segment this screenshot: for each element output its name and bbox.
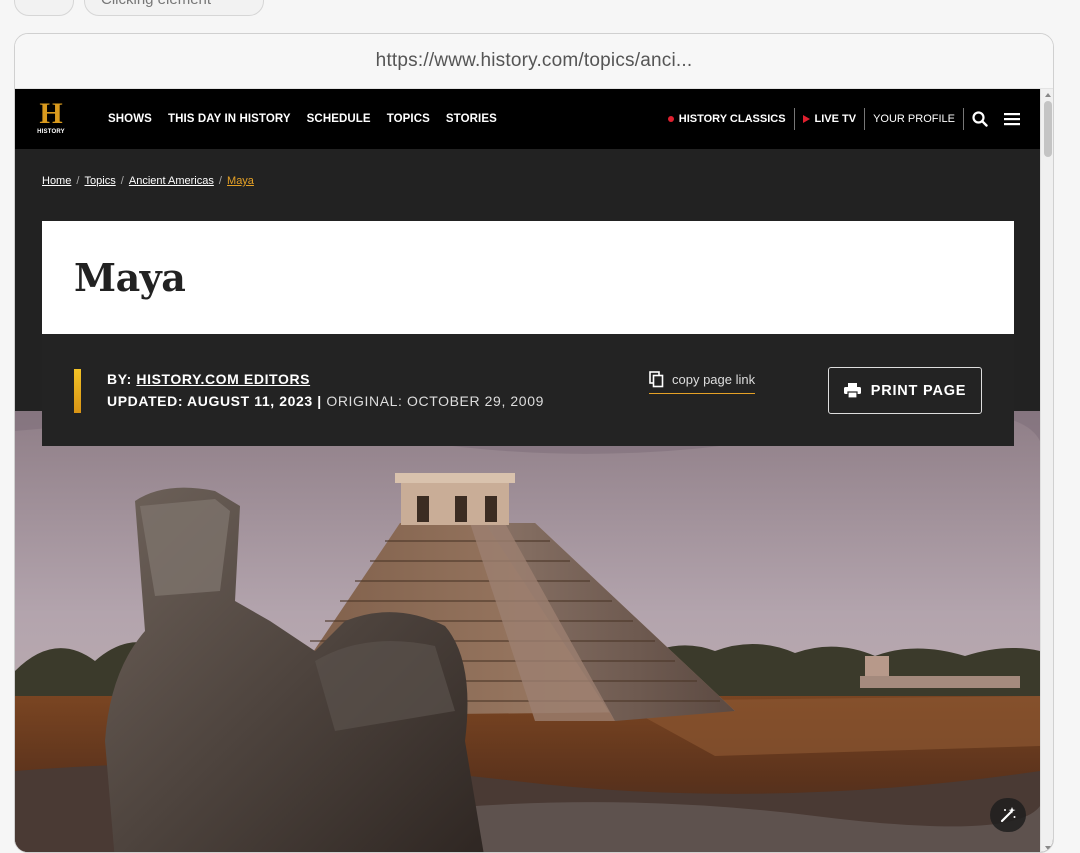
accent-bar [74,369,81,413]
title-card: Maya [42,221,1014,334]
logo-letter: H [39,97,63,130]
your-profile-link[interactable]: YOUR PROFILE [865,113,963,125]
copy-page-link[interactable]: copy page link [649,368,756,394]
top-chip-small[interactable] [14,0,74,16]
page-title: Maya [74,255,186,300]
history-classics-link[interactable]: HISTORY CLASSICS [660,113,794,125]
updated-date: UPDATED: AUGUST 11, 2023 [107,393,313,409]
print-page-button[interactable]: PRINT PAGE [828,367,982,414]
copy-icon [649,370,664,387]
history-logo[interactable]: H HISTORY [36,99,66,137]
scroll-up-icon[interactable] [1045,93,1051,97]
author-link[interactable]: HISTORY.COM EDITORS [136,371,310,387]
menu-button[interactable] [996,112,1028,126]
play-icon [802,115,810,123]
breadcrumb-home[interactable]: Home [42,175,71,187]
page-viewport: H HISTORY SHOWS THIS DAY IN HISTORY SCHE… [15,89,1053,852]
nav-links: SHOWS THIS DAY IN HISTORY SCHEDULE TOPIC… [108,89,497,149]
nav-schedule[interactable]: SCHEDULE [307,113,371,125]
breadcrumb-ancient-americas[interactable]: Ancient Americas [129,175,214,187]
history-classics-label: HISTORY CLASSICS [678,113,786,125]
page-scrollbar[interactable] [1040,89,1053,852]
logo-text: HISTORY [37,129,65,135]
live-tv-label: LIVE TV [814,113,857,125]
search-icon [972,111,988,127]
url-text: https://www.history.com/topics/anci... [375,50,693,71]
search-button[interactable] [964,111,996,127]
printer-icon [843,383,861,398]
breadcrumb-topics[interactable]: Topics [85,175,116,187]
live-dot-icon [667,116,674,122]
nav-this-day-in-history[interactable]: THIS DAY IN HISTORY [168,113,291,125]
by-label: BY: [107,371,132,387]
live-tv-link[interactable]: LIVE TV [795,113,865,125]
original-date: ORIGINAL: OCTOBER 29, 2009 [326,393,544,409]
menu-icon [1004,113,1020,126]
scroll-down-icon[interactable] [1045,846,1051,850]
nav-right: HISTORY CLASSICS LIVE TV YOUR PROFILE [660,89,1028,149]
byline-author: BY: HISTORY.COM EDITORS [107,371,310,387]
nav-stories[interactable]: STORIES [446,113,497,125]
nav-shows[interactable]: SHOWS [108,113,152,125]
site-nav: H HISTORY SHOWS THIS DAY IN HISTORY SCHE… [15,89,1040,149]
magic-wand-icon [1000,807,1016,823]
copy-page-link-label: copy page link [672,371,756,387]
byline-bar: BY: HISTORY.COM EDITORS UPDATED: AUGUST … [42,334,1014,446]
url-bar[interactable]: https://www.history.com/topics/anci... [15,34,1053,89]
clicking-element-chip: Clicking element [84,0,264,16]
byline-dates: UPDATED: AUGUST 11, 2023 | ORIGINAL: OCT… [107,393,544,409]
print-page-label: PRINT PAGE [870,382,967,399]
scroll-thumb[interactable] [1044,101,1052,157]
breadcrumb: Home / Topics / Ancient Americas / Maya [42,175,254,187]
date-separator: | [317,393,322,409]
hero-image-chichen-itza [15,411,1040,852]
hero-illustration [15,411,1040,852]
magic-wand-button[interactable] [990,798,1026,832]
your-profile-label: YOUR PROFILE [873,113,955,125]
nav-topics[interactable]: TOPICS [387,113,430,125]
browser-frame: https://www.history.com/topics/anci... H… [14,33,1054,853]
breadcrumb-maya[interactable]: Maya [227,175,254,187]
